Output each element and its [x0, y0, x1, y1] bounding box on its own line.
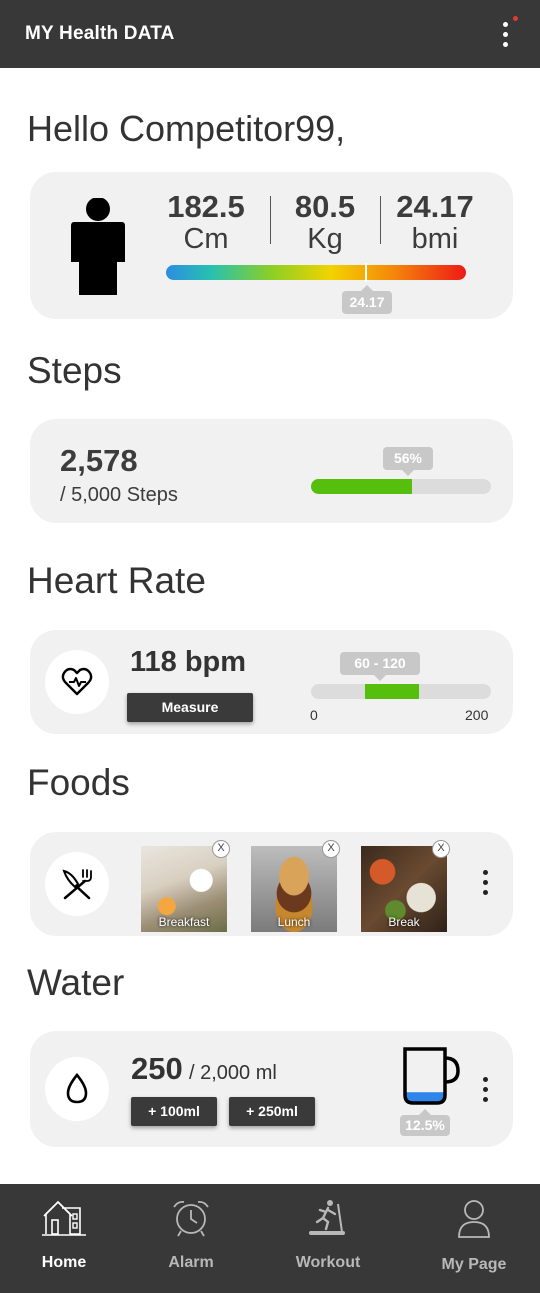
utensils-icon-circle — [45, 852, 109, 916]
treadmill-icon — [309, 1200, 345, 1235]
app-title: MY Health DATA — [25, 23, 175, 44]
bmi-value: 24.17 — [396, 189, 474, 224]
add-250ml-button[interactable]: + 250ml — [229, 1097, 315, 1126]
greeting: Hello Competitor99, — [27, 108, 346, 149]
tab-label: Workout — [295, 1254, 361, 1271]
heart-range-track — [311, 684, 491, 699]
heart-icon-circle — [45, 650, 109, 714]
steps-count: 2,578 — [60, 443, 138, 478]
divider — [270, 196, 271, 244]
food-label: Break — [388, 915, 420, 929]
weight-metric: 80.5 Kg — [280, 189, 370, 255]
remove-food-button[interactable]: X — [212, 840, 230, 858]
home-icon — [42, 1200, 86, 1236]
heart-scale-min: 0 — [310, 707, 318, 723]
height-unit: Cm — [183, 223, 229, 255]
drop-icon-circle — [45, 1057, 109, 1121]
food-label: Lunch — [277, 915, 311, 929]
bmi-metric: 24.17 bmi — [387, 189, 483, 255]
body-metrics-card: 182.5 Cm 80.5 Kg 24.17 bmi 24.17 — [30, 172, 513, 319]
heart-rate-icon — [61, 667, 93, 696]
measure-button[interactable]: Measure — [127, 693, 253, 722]
heart-range-tooltip: 60 - 120 — [340, 652, 420, 681]
food-thumbnail-lunch[interactable]: Lunch — [251, 846, 337, 932]
food-thumbnail-breakfast[interactable]: Breakfast — [141, 846, 227, 932]
tab-alarm[interactable]: Alarm — [141, 1184, 241, 1293]
food-thumbnail-break[interactable]: Break — [361, 846, 447, 932]
steps-percent-tooltip: 56% — [383, 447, 433, 476]
tab-my-page[interactable]: My Page — [418, 1184, 530, 1293]
tab-label: Home — [41, 1254, 87, 1271]
bmi-unit: bmi — [411, 223, 459, 255]
bmi-scale-bar — [166, 265, 466, 280]
weight-unit: Kg — [307, 223, 343, 255]
tab-workout[interactable]: Workout — [268, 1184, 388, 1293]
tab-home[interactable]: Home — [14, 1184, 114, 1293]
heart-rate-heading: Heart Rate — [27, 560, 206, 601]
height-metric: 182.5 Cm — [158, 189, 254, 255]
heart-rate-card: 118 bpm Measure 60 - 120 0 200 — [30, 630, 513, 734]
steps-progress-track — [311, 479, 491, 494]
foods-more-icon[interactable] — [481, 870, 489, 898]
app-bar: MY Health DATA — [0, 0, 540, 68]
remove-food-button[interactable]: X — [432, 840, 450, 858]
bottom-tab-bar: Home Alarm Workout My Page — [0, 1184, 540, 1293]
steps-heading: Steps — [27, 350, 122, 391]
remove-food-button[interactable]: X — [322, 840, 340, 858]
heart-rate-value: 118 bpm — [130, 646, 247, 678]
weight-value: 80.5 — [294, 189, 356, 224]
divider — [380, 196, 381, 244]
steps-goal: / 5,000 Steps — [60, 484, 178, 506]
steps-card: 2,578 / 5,000 Steps 56% — [30, 419, 513, 523]
water-card: 250 / 2,000 ml + 100ml + 250ml 12.5% — [30, 1031, 513, 1147]
person-icon — [71, 198, 125, 295]
food-label: Breakfast — [158, 915, 210, 929]
add-100ml-button[interactable]: + 100ml — [131, 1097, 217, 1126]
water-cup-icon — [403, 1047, 460, 1105]
water-percent-tooltip: 12.5% — [400, 1109, 450, 1136]
water-drop-icon — [66, 1073, 88, 1104]
water-heading: Water — [27, 962, 125, 1003]
notification-dot — [513, 16, 518, 21]
tab-label: Alarm — [168, 1254, 214, 1271]
bmi-marker-line — [365, 263, 367, 282]
water-more-icon[interactable] — [481, 1077, 489, 1105]
steps-progress-fill — [311, 479, 412, 494]
alarm-icon — [173, 1200, 209, 1237]
more-menu-icon[interactable] — [494, 16, 518, 50]
user-icon — [458, 1200, 490, 1238]
heart-scale-max: 200 — [465, 707, 489, 723]
fork-knife-icon — [62, 869, 92, 900]
heart-range-fill — [365, 684, 419, 699]
foods-card: Breakfast X Lunch X Break X — [30, 832, 513, 936]
water-goal: / 2,000 ml — [189, 1062, 277, 1084]
water-amount: 250 — [131, 1051, 183, 1086]
height-value: 182.5 — [167, 189, 245, 224]
foods-heading: Foods — [27, 762, 130, 803]
bmi-tooltip: 24.17 — [342, 285, 392, 314]
tab-label: My Page — [441, 1256, 507, 1273]
